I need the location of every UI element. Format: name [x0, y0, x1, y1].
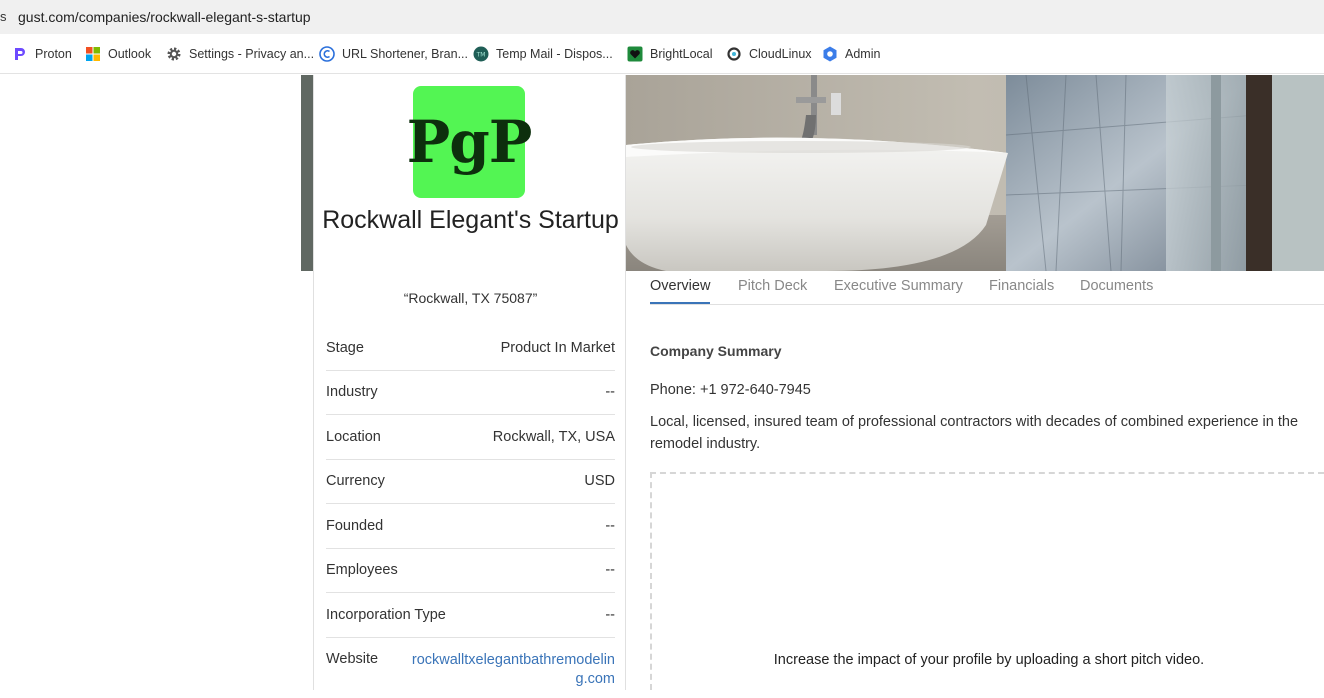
cloudlinux-icon	[726, 46, 742, 62]
pitch-video-upload-area[interactable]: Increase the impact of your profile by u…	[650, 472, 1324, 690]
bookmark-label: Proton	[35, 47, 72, 61]
company-tagline: “Rockwall, TX 75087”	[403, 290, 538, 306]
bookmark-cloudlinux[interactable]: CloudLinux	[726, 45, 812, 63]
bookmark-url-shortener[interactable]: URL Shortener, Bran...	[319, 45, 468, 63]
gear-icon	[166, 46, 182, 62]
tab-documents[interactable]: Documents	[1080, 278, 1153, 302]
info-label: Currency	[326, 473, 385, 490]
info-value: --	[605, 517, 615, 534]
info-label: Website	[326, 650, 379, 667]
info-label: Location	[326, 428, 381, 445]
info-row-employees: Employees --	[326, 549, 615, 593]
info-value: --	[605, 384, 615, 401]
info-label: Employees	[326, 562, 398, 579]
c-circle-icon	[319, 46, 335, 62]
tab-financials[interactable]: Financials	[989, 278, 1054, 302]
bookmark-label: BrightLocal	[650, 47, 713, 61]
info-row-website: Website rockwalltxelegantbathremodeling.…	[326, 638, 615, 698]
bookmark-temp-mail[interactable]: TM Temp Mail - Dispos...	[473, 45, 613, 63]
info-label: Incorporation Type	[326, 606, 446, 623]
bookmark-admin[interactable]: Admin	[822, 45, 880, 63]
bookmark-label: Outlook	[108, 47, 152, 61]
address-bar[interactable]: s gust.com/companies/rockwall-elegant-s-…	[0, 0, 1324, 34]
svg-text:TM: TM	[476, 52, 486, 59]
info-value: Rockwall, TX, USA	[492, 428, 615, 445]
company-summary-heading: Company Summary	[650, 343, 782, 359]
info-value: USD	[584, 473, 615, 490]
tab-executive-summary[interactable]: Executive Summary	[834, 278, 963, 302]
tab-overview[interactable]: Overview	[650, 278, 711, 304]
info-row-currency: Currency USD	[326, 460, 615, 504]
company-name: Rockwall Elegant's Startup	[322, 206, 619, 234]
tab-pitch-deck[interactable]: Pitch Deck	[738, 278, 807, 302]
bookmark-label: Admin	[845, 47, 881, 61]
profile-tabs: Overview Pitch Deck Executive Summary Fi…	[650, 271, 1324, 305]
cover-image-edge	[301, 75, 313, 271]
pitch-video-prompt: Increase the impact of your profile by u…	[773, 652, 1205, 668]
info-value: --	[605, 606, 615, 623]
address-edge-glyph: s	[0, 9, 7, 24]
bookmark-brightlocal[interactable]: BrightLocal	[627, 45, 713, 63]
bookmark-label: Temp Mail - Dispos...	[496, 47, 613, 61]
cover-image	[626, 75, 1324, 271]
admin-hex-icon	[822, 46, 838, 62]
company-logo: PgP	[407, 86, 532, 198]
bookmark-proton[interactable]: Proton	[12, 45, 72, 63]
address-url[interactable]: gust.com/companies/rockwall-elegant-s-st…	[18, 9, 311, 25]
proton-icon	[12, 46, 28, 62]
bookmark-label: URL Shortener, Bran...	[342, 47, 468, 61]
bookmark-outlook[interactable]: Outlook	[85, 45, 151, 63]
info-row-location: Location Rockwall, TX, USA	[326, 415, 615, 460]
website-link[interactable]: rockwalltxelegantbathremodeling.com	[410, 651, 615, 689]
bookmark-label: CloudLinux	[749, 47, 812, 61]
info-value: Product In Market	[500, 339, 615, 356]
info-row-incorporation-type: Incorporation Type --	[326, 593, 615, 638]
microsoft-icon	[85, 46, 101, 62]
company-description: Local, licensed, insured team of profess…	[650, 414, 1299, 452]
info-row-stage: Stage Product In Market	[326, 326, 615, 371]
info-label: Stage	[326, 339, 364, 356]
company-info-table: Stage Product In Market Industry -- Loca…	[326, 326, 615, 698]
bookmark-settings[interactable]: Settings - Privacy an...	[166, 45, 314, 63]
company-logo-text: PgP	[406, 108, 533, 176]
info-value: --	[605, 562, 615, 579]
company-phone: Phone: +1 972-640-7945	[650, 382, 811, 398]
info-row-industry: Industry --	[326, 371, 615, 415]
bookmark-label: Settings - Privacy an...	[189, 47, 315, 61]
brightlocal-icon	[627, 46, 643, 62]
info-label: Founded	[326, 517, 384, 534]
bookmarks-bar: Proton Outlook Settings - Privacy an... …	[0, 34, 1324, 74]
info-row-founded: Founded --	[326, 504, 615, 549]
company-profile-card: PgP Rockwall Elegant's Startup “Rockwall…	[313, 75, 626, 690]
info-label: Industry	[326, 384, 378, 401]
tempmail-icon: TM	[473, 46, 489, 62]
